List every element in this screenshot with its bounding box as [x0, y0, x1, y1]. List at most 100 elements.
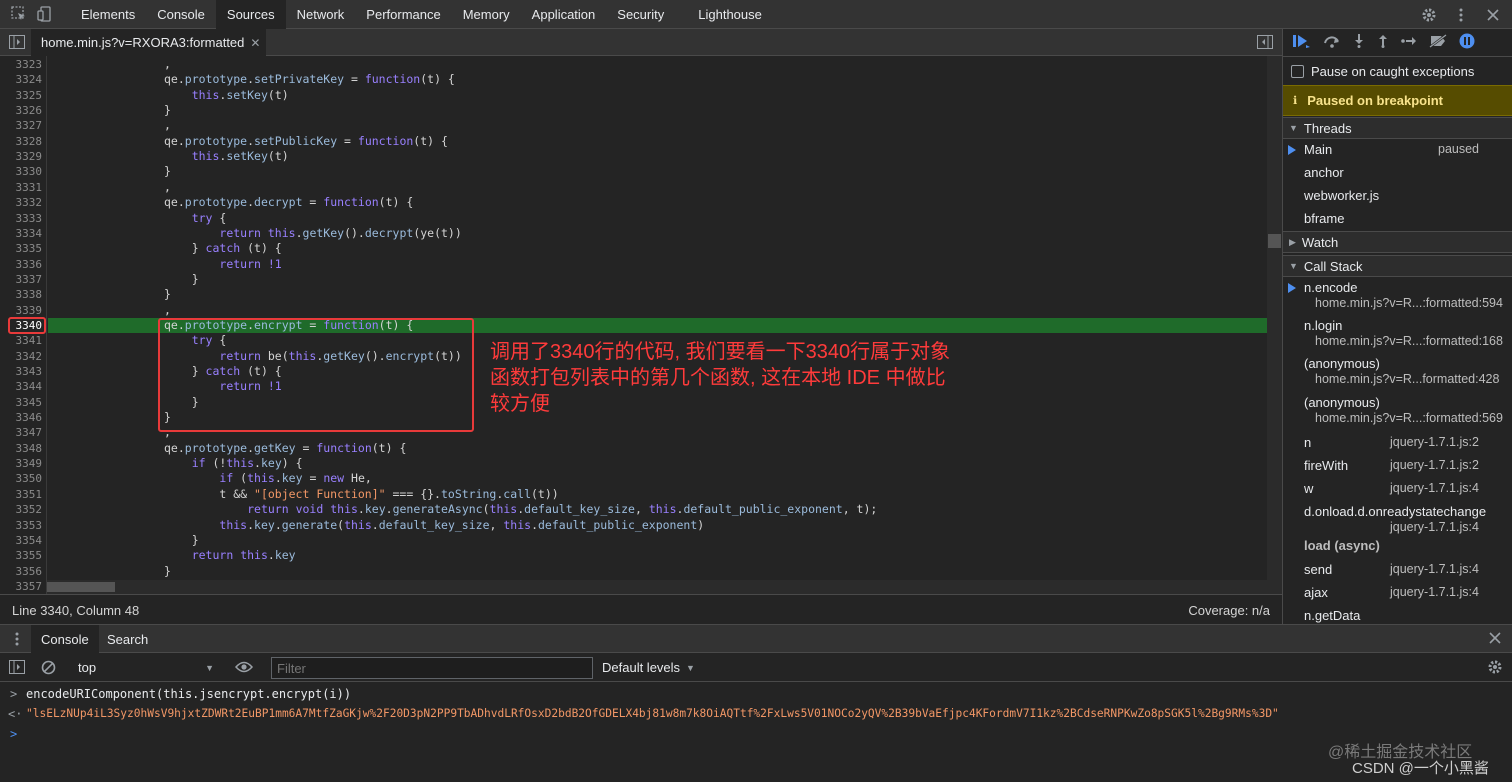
callstack-frame[interactable]: n: [1304, 435, 1311, 450]
deactivate-breakpoints-icon[interactable]: [1429, 34, 1447, 51]
line-number[interactable]: 3350: [0, 472, 43, 485]
line-number[interactable]: 3332: [0, 196, 43, 209]
line-number[interactable]: 3344: [0, 380, 43, 393]
callstack-frame-location[interactable]: jquery-1.7.1.js:4: [1390, 585, 1479, 599]
thread-item[interactable]: Main: [1304, 142, 1332, 157]
line-number[interactable]: 3325: [0, 89, 43, 102]
callstack-frame[interactable]: n.encode: [1304, 280, 1358, 295]
console-settings-gear-icon[interactable]: [1487, 659, 1503, 678]
drawer-menu-icon[interactable]: [15, 632, 19, 649]
line-number[interactable]: 3330: [0, 165, 43, 178]
tab-console[interactable]: Console: [146, 0, 216, 29]
pause-on-caught-row[interactable]: Pause on caught exceptions: [1283, 64, 1512, 79]
settings-gear-icon[interactable]: [1418, 4, 1440, 26]
line-number[interactable]: 3336: [0, 258, 43, 271]
tab-network[interactable]: Network: [286, 0, 356, 29]
callstack-frame[interactable]: d.onload.d.onreadystatechange: [1304, 504, 1486, 519]
console-sidebar-toggle-icon[interactable]: [9, 660, 25, 677]
callstack-frame[interactable]: w: [1304, 481, 1313, 496]
console-prompt-icon[interactable]: >: [10, 727, 17, 741]
horizontal-scrollbar[interactable]: [47, 580, 1267, 594]
line-number[interactable]: 3348: [0, 442, 43, 455]
console-output-line[interactable]: "lsELzNUp4iL3Syz0hWsV9hjxtZDWRt2EuBP1mm6…: [26, 707, 1506, 720]
tab-application[interactable]: Application: [521, 0, 607, 29]
toggle-navigator-icon[interactable]: [9, 35, 25, 52]
console-filter-input[interactable]: [271, 657, 593, 679]
live-expression-eye-icon[interactable]: [234, 661, 254, 676]
callstack-frame-location[interactable]: jquery-1.7.1.js:4: [1390, 481, 1479, 495]
tab-performance[interactable]: Performance: [355, 0, 451, 29]
line-number[interactable]: 3352: [0, 503, 43, 516]
callstack-frame[interactable]: n.login: [1304, 318, 1342, 333]
line-number[interactable]: 3347: [0, 426, 43, 439]
line-number[interactable]: 3357: [0, 580, 43, 593]
line-number[interactable]: 3328: [0, 135, 43, 148]
horizontal-scrollbar-thumb[interactable]: [47, 582, 115, 592]
resume-icon[interactable]: [1293, 34, 1311, 51]
context-selector[interactable]: top ▼: [70, 657, 220, 678]
device-toolbar-icon[interactable]: [34, 3, 56, 25]
vertical-scrollbar[interactable]: [1267, 56, 1282, 594]
pause-on-caught-checkbox[interactable]: [1291, 65, 1304, 78]
tab-lighthouse[interactable]: Lighthouse: [687, 0, 773, 29]
line-number[interactable]: 3339: [0, 304, 43, 317]
tab-memory[interactable]: Memory: [452, 0, 521, 29]
toggle-debugger-icon[interactable]: [1257, 35, 1273, 52]
tab-sources[interactable]: Sources: [215, 0, 286, 29]
callstack-frame-location[interactable]: home.min.js?v=R...:formatted:594: [1315, 296, 1503, 310]
line-number[interactable]: 3338: [0, 288, 43, 301]
file-tab[interactable]: home.min.js?v=RXORA3:formatted ✕: [31, 29, 267, 56]
line-number[interactable]: 3349: [0, 457, 43, 470]
line-number[interactable]: 3327: [0, 119, 43, 132]
line-number[interactable]: 3326: [0, 104, 43, 117]
coverage-status[interactable]: Coverage: n/a: [1188, 603, 1270, 618]
line-number[interactable]: 3346: [0, 411, 43, 424]
line-number[interactable]: 3324: [0, 73, 43, 86]
step-out-icon[interactable]: [1377, 34, 1389, 51]
pause-on-exceptions-icon[interactable]: [1459, 33, 1475, 52]
code-editor[interactable]: 3323 3324 3325 3326 3327 3328 3329 3330 3331 3332…: [0, 56, 1282, 594]
callstack-frame[interactable]: load (async): [1304, 538, 1380, 553]
line-number[interactable]: 3343: [0, 365, 43, 378]
thread-item[interactable]: bframe: [1304, 211, 1344, 226]
step-into-icon[interactable]: [1353, 34, 1365, 51]
line-number[interactable]: 3335: [0, 242, 43, 255]
close-tab-icon[interactable]: ✕: [250, 36, 260, 50]
callstack-frame-location[interactable]: jquery-1.7.1.js:2: [1390, 458, 1479, 472]
vertical-scrollbar-thumb[interactable]: [1268, 234, 1281, 248]
line-number[interactable]: 3351: [0, 488, 43, 501]
tab-elements[interactable]: Elements: [70, 0, 146, 29]
line-number[interactable]: 3345: [0, 396, 43, 409]
line-number[interactable]: 3354: [0, 534, 43, 547]
callstack-frame[interactable]: fireWith: [1304, 458, 1348, 473]
line-number[interactable]: 3329: [0, 150, 43, 163]
line-number[interactable]: 3333: [0, 212, 43, 225]
line-number[interactable]: 3355: [0, 549, 43, 562]
threads-section-header[interactable]: ▼ Threads: [1283, 117, 1512, 139]
thread-item[interactable]: anchor: [1304, 165, 1344, 180]
line-number[interactable]: 3341: [0, 334, 43, 347]
callstack-section-header[interactable]: ▼ Call Stack: [1283, 255, 1512, 277]
more-options-icon[interactable]: [1450, 4, 1472, 26]
clear-console-icon[interactable]: [41, 660, 56, 678]
thread-item[interactable]: webworker.js: [1304, 188, 1379, 203]
callstack-frame[interactable]: (anonymous): [1304, 356, 1380, 371]
line-number[interactable]: 3356: [0, 565, 43, 578]
close-drawer-icon[interactable]: [1489, 632, 1501, 647]
line-number[interactable]: 3331: [0, 181, 43, 194]
line-number[interactable]: 3337: [0, 273, 43, 286]
callstack-frame-location[interactable]: home.min.js?v=R...:formatted:569: [1315, 411, 1503, 425]
log-levels-dropdown[interactable]: Default levels ▼: [602, 657, 695, 678]
callstack-frame[interactable]: n.getData: [1304, 608, 1360, 623]
callstack-frame-location[interactable]: home.min.js?v=R...:formatted:168: [1315, 334, 1503, 348]
tab-security[interactable]: Security: [606, 0, 675, 29]
watch-section-header[interactable]: ▶ Watch: [1283, 231, 1512, 253]
close-devtools-icon[interactable]: [1482, 4, 1504, 26]
callstack-frame[interactable]: (anonymous): [1304, 395, 1380, 410]
line-number[interactable]: 3342: [0, 350, 43, 363]
callstack-frame-location[interactable]: jquery-1.7.1.js:2: [1390, 435, 1479, 449]
step-icon[interactable]: [1401, 35, 1417, 50]
callstack-frame[interactable]: send: [1304, 562, 1332, 577]
callstack-frame-location[interactable]: jquery-1.7.1.js:4: [1390, 520, 1479, 534]
line-number[interactable]: 3353: [0, 519, 43, 532]
